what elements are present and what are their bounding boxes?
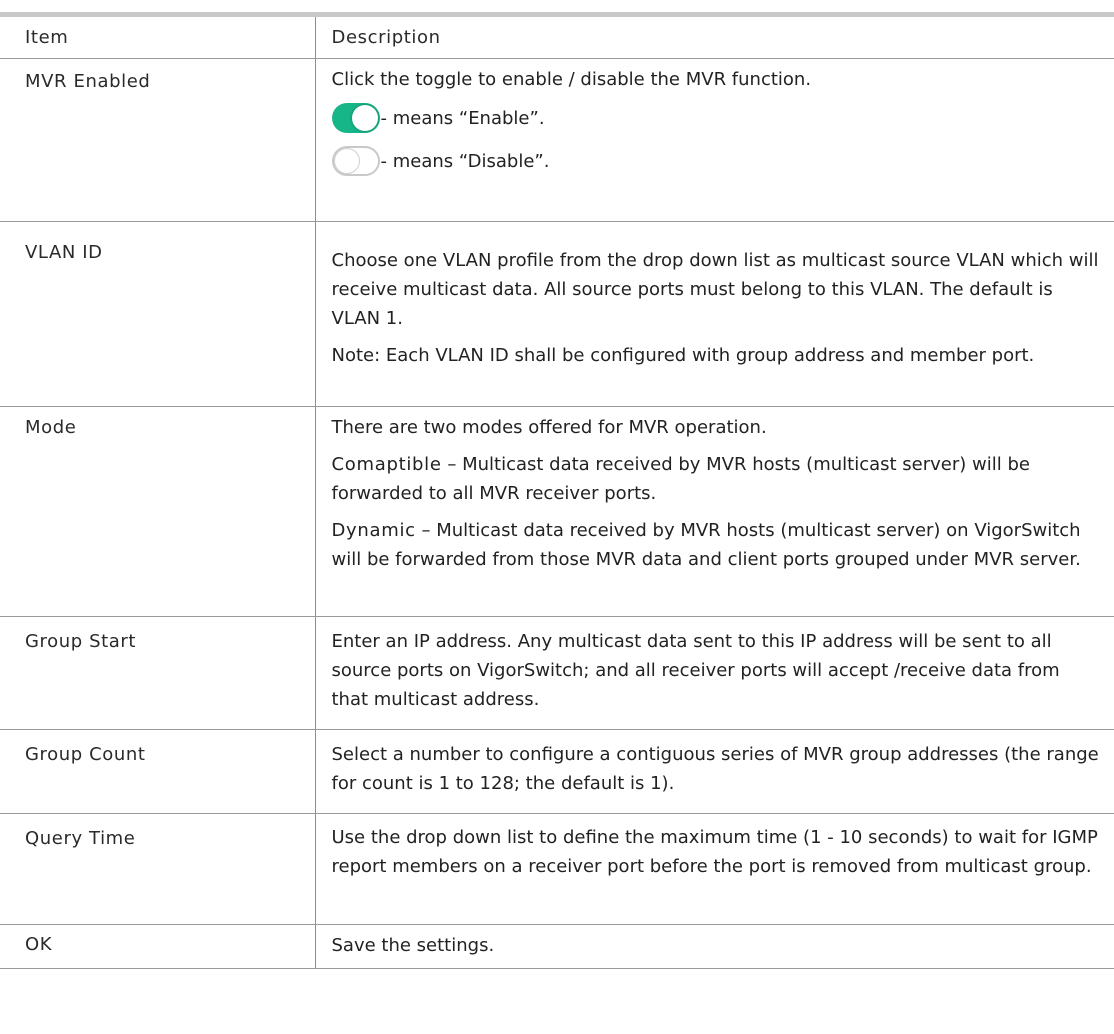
- row-item: VLAN ID: [25, 241, 103, 263]
- mode-compatible: Comaptible – Multicast data received by …: [332, 450, 1101, 508]
- mode-dynamic-text: – Multicast data received by MVR hosts (…: [331, 519, 1081, 570]
- header-description: Description: [331, 27, 441, 48]
- table-row: OK Save the settings.: [0, 924, 1114, 969]
- table-row: Mode There are two modes offered for MVR…: [0, 406, 1114, 617]
- row-description: Save the settings.: [331, 934, 495, 956]
- mode-compatible-term: Comaptible: [331, 453, 442, 475]
- table-row: Group Count Select a number to configure…: [0, 729, 1114, 814]
- table-row: VLAN ID Choose one VLAN profile from the…: [0, 221, 1114, 407]
- row-item: MVR Enabled: [25, 70, 151, 92]
- row-item: Query Time: [25, 827, 136, 849]
- table-header-row: Item Description: [0, 17, 1114, 59]
- row-description: Select a number to configure a contiguou…: [331, 743, 1099, 794]
- toggle-off-text: - means “Disable”.: [380, 150, 550, 172]
- row-description: Enter an IP address. Any multicast data …: [331, 630, 1060, 710]
- header-item: Item: [25, 27, 69, 48]
- row-description: Use the drop down list to define the max…: [331, 826, 1098, 877]
- table-row: MVR Enabled Click the toggle to enable /…: [0, 58, 1114, 222]
- row-item: Group Start: [25, 630, 137, 652]
- parameter-table: Item Description MVR Enabled Click the t…: [0, 17, 1114, 969]
- toggle-on-icon: [331, 102, 380, 133]
- mode-dynamic-term: Dynamic: [331, 519, 416, 541]
- row-item: Mode: [25, 416, 77, 438]
- row-description: There are two modes offered for MVR oper…: [331, 416, 767, 438]
- toggle-off-icon: [331, 145, 380, 176]
- mode-dynamic: Dynamic – Multicast data received by MVR…: [332, 516, 1101, 574]
- row-description: Click the toggle to enable / disable the…: [331, 68, 812, 90]
- row-description: Choose one VLAN profile from the drop do…: [331, 249, 1099, 329]
- row-item: OK: [25, 933, 53, 955]
- table-row: Query Time Use the drop down list to def…: [0, 813, 1114, 925]
- table-row: Group Start Enter an IP address. Any mul…: [0, 616, 1114, 730]
- row-item: Group Count: [25, 743, 146, 765]
- toggle-on-text: - means “Enable”.: [380, 107, 545, 129]
- row-note: Note: Each VLAN ID shall be configured w…: [331, 344, 1035, 366]
